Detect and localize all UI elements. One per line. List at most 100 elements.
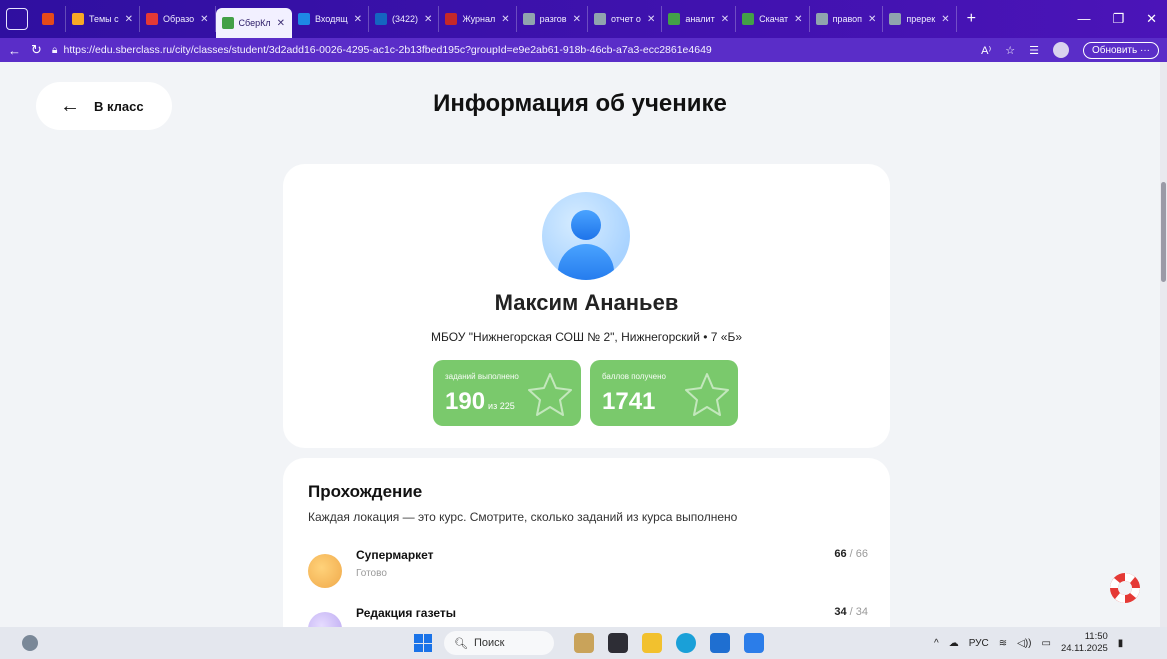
tab-close-icon[interactable]: ✕ [868, 14, 876, 25]
chevron-up-icon[interactable]: ^ [934, 638, 939, 649]
widgets-icon[interactable] [22, 635, 38, 651]
tab-close-icon[interactable]: ✕ [573, 14, 581, 25]
minimize-button[interactable]: — [1077, 11, 1090, 27]
tab-close-icon[interactable]: ✕ [794, 14, 802, 25]
tab-favicon-icon [146, 13, 159, 25]
points-value: 1741 [602, 388, 656, 415]
app-icon[interactable] [574, 633, 594, 653]
tab-label: Входящ [315, 14, 348, 24]
course-total: / 66 [849, 548, 868, 560]
newspaper-icon [308, 612, 342, 627]
browser-tab[interactable]: пререк ✕ [883, 6, 957, 32]
read-aloud-icon[interactable]: A⁾ [981, 44, 991, 57]
tab-close-icon[interactable]: ✕ [200, 14, 208, 25]
browser-tab[interactable]: Входящ ✕ [292, 6, 370, 32]
tab-close-icon[interactable]: ✕ [941, 14, 949, 25]
course-count: 66 / 66 [834, 548, 868, 560]
folder-icon[interactable] [642, 633, 662, 653]
back-nav-icon[interactable]: ← [8, 43, 21, 58]
app-icon[interactable] [744, 633, 764, 653]
points-label: баллов получено [602, 372, 666, 381]
course-name: Супермаркет [356, 548, 434, 562]
store-icon[interactable] [710, 633, 730, 653]
page-title: Информация об ученике [433, 90, 727, 117]
course-total: / 34 [849, 606, 868, 618]
browser-tab[interactable]: правоп ✕ [810, 6, 884, 32]
address-bar: ← ↻ 🔒︎ https://edu.sberclass.ru/city/cla… [0, 38, 1167, 62]
restore-button[interactable]: ❐ [1112, 11, 1124, 27]
tab-label: отчет о [610, 14, 641, 24]
course-count: 34 / 34 [834, 606, 868, 618]
cloud-icon[interactable]: ☁ [949, 638, 959, 649]
support-lifebuoy-icon[interactable] [1107, 570, 1143, 606]
browser-tab[interactable]: разгов ✕ [517, 6, 588, 32]
search-label: Поиск [473, 637, 505, 649]
new-tab-button[interactable]: + [957, 10, 986, 28]
student-name: Максим Ананьев [494, 290, 679, 315]
update-label: Обновить [1091, 44, 1138, 56]
close-window-button[interactable]: ✕ [1146, 11, 1157, 27]
refresh-icon[interactable]: ↻ [31, 42, 42, 58]
tab-close-icon[interactable]: ✕ [354, 14, 362, 25]
student-avatar [542, 192, 630, 280]
tab-label: аналит [685, 14, 715, 24]
battery-icon[interactable]: ▭ [1041, 638, 1050, 649]
lock-icon: 🔒︎ [51, 43, 58, 56]
browser-tab-bar: Темы с ✕ Образо ✕ СберКл ✕ Входящ ✕ (3422) ✕ Журна… [0, 0, 1167, 38]
tab-close-icon[interactable]: ✕ [721, 14, 729, 25]
tasks-stat: заданий выполнено 190 из 225 [433, 360, 581, 426]
browser-tab[interactable] [36, 6, 66, 32]
wifi-icon[interactable]: ≋ [999, 638, 1007, 649]
tab-label: Журнал [462, 14, 496, 24]
update-button[interactable]: Обновить ··· [1082, 41, 1159, 59]
course-item[interactable]: Супермаркет Готово 66 / 66 [308, 546, 868, 596]
window-controls: — ❐ ✕ [1077, 11, 1167, 27]
tab-label: Темы с [89, 14, 119, 24]
url-field[interactable]: 🔒︎ https://edu.sberclass.ru/city/classes… [52, 44, 712, 57]
tab-label: Образо [163, 14, 195, 24]
tab-label: правоп [832, 14, 863, 24]
course-name: Редакция газеты [356, 606, 457, 620]
start-button[interactable] [414, 634, 432, 652]
course-item[interactable]: Редакция газеты 34 / 34 [308, 604, 868, 627]
tab-favicon-icon [742, 13, 755, 25]
taskbar-search[interactable]: 🔍︎ Поиск [444, 631, 554, 655]
favorite-star-icon[interactable]: ☆ [1005, 44, 1015, 57]
browser-tab[interactable]: СберКл ✕ [215, 8, 292, 38]
tab-favicon-icon [42, 13, 54, 25]
supermarket-icon [308, 554, 342, 588]
tab-close-icon[interactable]: ✕ [424, 14, 432, 25]
browser-tab[interactable]: Темы с ✕ [66, 6, 141, 32]
tab-favicon-icon [668, 13, 681, 25]
tab-favicon-icon [593, 13, 606, 25]
favorites-list-icon[interactable]: ☰ [1029, 44, 1039, 57]
tasks-total: из 225 [488, 401, 515, 411]
browser-tab[interactable]: Скачат ✕ [736, 6, 810, 32]
notification-icon[interactable]: ▮ [1118, 638, 1124, 649]
course-status: Готово [356, 568, 387, 579]
browser-tab[interactable]: отчет о ✕ [588, 6, 663, 32]
progress-card: Прохождение Каждая локация — это курс. С… [283, 458, 890, 627]
profile-card: Максим Ананьев МБОУ "Нижнегорская СОШ № … [283, 164, 890, 448]
tab-close-icon[interactable]: ✕ [125, 14, 133, 25]
tab-label: СберКл [238, 18, 271, 28]
browser-tab[interactable]: (3422) ✕ [369, 6, 440, 32]
browser-tab[interactable]: Журнал ✕ [439, 6, 517, 32]
tab-favicon-icon [375, 13, 388, 25]
tab-close-icon[interactable]: ✕ [277, 18, 285, 29]
edge-icon[interactable] [676, 633, 696, 653]
page-scrollbar[interactable] [1160, 62, 1167, 627]
tab-actions-button[interactable] [6, 8, 28, 30]
progress-title: Прохождение [308, 482, 423, 501]
tab-close-icon[interactable]: ✕ [647, 14, 655, 25]
browser-tab[interactable]: Образо ✕ [140, 6, 216, 32]
tab-favicon-icon [889, 13, 902, 25]
tab-favicon-icon [72, 13, 84, 25]
lang-indicator[interactable]: РУС [969, 638, 989, 649]
browser-tab[interactable]: аналит ✕ [662, 6, 737, 32]
volume-icon[interactable]: ◁)) [1017, 638, 1031, 649]
clock[interactable]: 11:50 24.11.2025 [1061, 631, 1108, 655]
profile-avatar[interactable] [1052, 42, 1069, 58]
app-icon[interactable] [608, 633, 628, 653]
tab-close-icon[interactable]: ✕ [501, 14, 509, 25]
